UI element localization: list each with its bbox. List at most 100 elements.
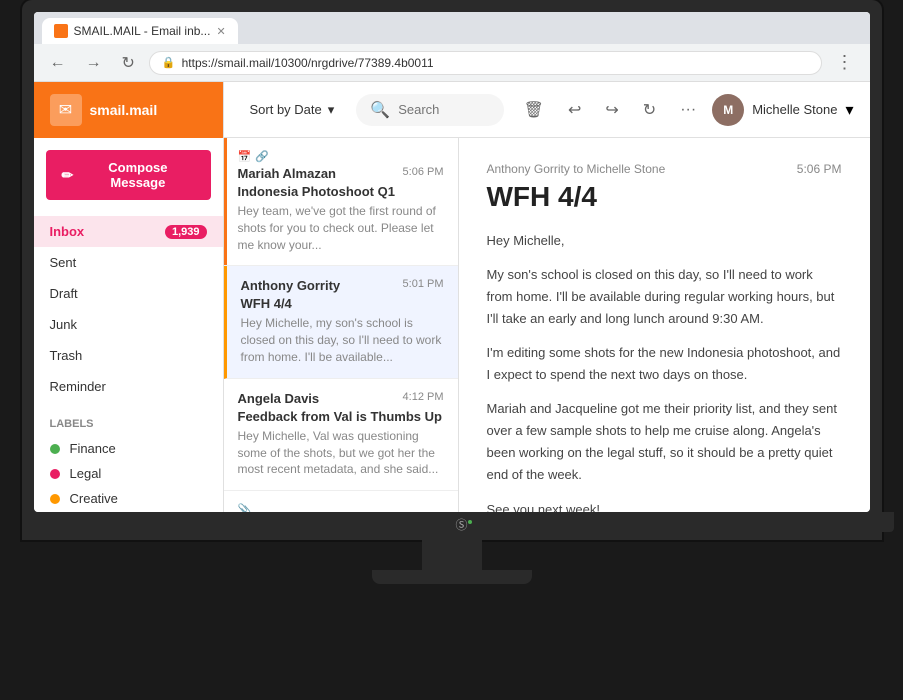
delete-button[interactable]: 🗑 xyxy=(516,94,552,126)
email-preview: Hey team, we've got the first round of s… xyxy=(238,203,444,253)
email-from: Anthony Gorrity to Michelle Stone xyxy=(487,162,666,176)
sidebar: ✉ smail.mail ✏ Compose Message Inbox 1,9… xyxy=(34,82,224,512)
sidebar-item-draft[interactable]: Draft xyxy=(34,278,223,309)
email-detail-body: Hey Michelle, My son's school is closed … xyxy=(487,230,842,512)
inbox-badge: 1,939 xyxy=(165,225,207,239)
unread-indicator xyxy=(224,138,227,265)
search-input[interactable] xyxy=(398,102,489,117)
sidebar-item-sent[interactable]: Sent xyxy=(34,247,223,278)
sent-label: Sent xyxy=(50,255,77,270)
email-subject: Indonesia Photoshoot Q1 xyxy=(238,184,444,199)
sidebar-item-trash[interactable]: Trash xyxy=(34,340,223,371)
email-item[interactable]: 📎 Yolanda Rivas 3:47 PM Energy Awareness… xyxy=(224,491,458,512)
email-sender: Mariah Almazan xyxy=(238,166,337,181)
email-sender: Anthony Gorrity xyxy=(241,278,341,293)
legal-label: Legal xyxy=(70,466,102,481)
reply-all-button[interactable]: ↪ xyxy=(597,94,626,126)
logo-icon: ✉ xyxy=(50,94,82,126)
reload-button[interactable]: ↻ xyxy=(116,51,141,75)
user-name[interactable]: Michelle Stone xyxy=(752,102,837,117)
secure-icon: 🔒 xyxy=(162,56,176,69)
avatar[interactable]: M xyxy=(712,94,744,126)
trash-label: Trash xyxy=(50,348,83,363)
junk-label: Junk xyxy=(50,317,77,332)
reply-button[interactable]: ↩ xyxy=(560,94,589,126)
creative-dot xyxy=(50,494,60,504)
browser-menu-button[interactable]: ⋮ xyxy=(830,50,860,75)
email-sender: Angela Davis xyxy=(238,391,320,406)
monitor-bottom-bezel: Ⓢ xyxy=(34,512,894,532)
tab-favicon xyxy=(54,24,68,38)
monitor-stand-base xyxy=(372,570,532,584)
label-legal[interactable]: Legal xyxy=(50,461,207,486)
label-creative[interactable]: Creative xyxy=(50,486,207,511)
email-subject: Feedback from Val is Thumbs Up xyxy=(238,409,444,424)
tab-title: SMAIL.MAIL - Email inb... xyxy=(74,24,211,38)
label-promotional[interactable]: Promotional xyxy=(50,511,207,512)
body-para-1: My son's school is closed on this day, s… xyxy=(487,264,842,330)
forward-button[interactable]: → xyxy=(80,52,108,74)
email-icons: 📅 🔗 xyxy=(238,150,444,163)
email-time: 5:01 PM xyxy=(403,278,444,290)
hp-logo: Ⓢ xyxy=(455,510,467,535)
finance-dot xyxy=(50,444,60,454)
email-item[interactable]: 📅 🔗 Mariah Almazan 5:06 PM Indonesia Pho… xyxy=(224,138,458,266)
toolbar-actions: 🗑 ↩ ↪ ↻ ··· M Michelle Stone ▾ xyxy=(516,94,854,126)
email-time: 5:06 PM xyxy=(403,166,444,178)
email-detail-header: Anthony Gorrity to Michelle Stone 5:06 P… xyxy=(487,162,842,176)
monitor-stand-neck xyxy=(422,540,482,570)
labels-title: Labels xyxy=(50,418,207,430)
email-preview: Hey Michelle, my son's school is closed … xyxy=(241,315,444,365)
email-detail: Anthony Gorrity to Michelle Stone 5:06 P… xyxy=(459,138,870,512)
tab-close-button[interactable]: ✕ xyxy=(216,25,225,38)
logo-text: smail.mail xyxy=(90,102,158,118)
search-icon: 🔍 xyxy=(370,100,390,120)
body-para-2: I'm editing some shots for the new Indon… xyxy=(487,342,842,386)
address-bar[interactable]: 🔒 https://smail.mail/10300/nrgdrive/7738… xyxy=(149,51,822,75)
forward-button[interactable]: ↻ xyxy=(635,94,664,126)
compose-button[interactable]: ✏ Compose Message xyxy=(46,150,211,200)
email-preview: Hey Michelle, Val was questioning some o… xyxy=(238,428,444,478)
power-led xyxy=(468,520,472,524)
email-header: Anthony Gorrity 5:01 PM xyxy=(241,278,444,293)
calendar-icon: 📅 xyxy=(238,150,252,163)
chevron-down-icon: ▾ xyxy=(328,102,335,118)
email-header: Angela Davis 4:12 PM xyxy=(238,391,444,406)
email-item[interactable]: Angela Davis 4:12 PM Feedback from Val i… xyxy=(224,379,458,491)
sidebar-item-reminder[interactable]: Reminder xyxy=(34,371,223,402)
email-icons: 📎 xyxy=(238,503,444,512)
search-box[interactable]: 🔍 xyxy=(356,94,503,126)
email-list: 📅 🔗 Mariah Almazan 5:06 PM Indonesia Pho… xyxy=(224,138,459,512)
body-para-0: Hey Michelle, xyxy=(487,230,842,252)
finance-label: Finance xyxy=(70,441,116,456)
sort-button[interactable]: Sort by Date ▾ xyxy=(240,96,345,124)
sidebar-item-junk[interactable]: Junk xyxy=(34,309,223,340)
nav-items: Inbox 1,939 Sent Draft Junk xyxy=(34,212,223,406)
draft-label: Draft xyxy=(50,286,78,301)
sort-label: Sort by Date xyxy=(250,102,322,117)
attachment-icon: 📎 xyxy=(238,503,252,512)
browser-tab[interactable]: SMAIL.MAIL - Email inb... ✕ xyxy=(42,18,238,44)
user-chevron-icon: ▾ xyxy=(845,100,853,120)
email-item[interactable]: Anthony Gorrity 5:01 PM WFH 4/4 Hey Mich… xyxy=(224,266,458,378)
back-button[interactable]: ← xyxy=(44,52,72,74)
avatar-initial: M xyxy=(723,103,733,117)
email-time: 4:12 PM xyxy=(403,391,444,403)
main-content: 📅 🔗 Mariah Almazan 5:06 PM Indonesia Pho… xyxy=(224,138,870,512)
reminder-label: Reminder xyxy=(50,379,106,394)
sidebar-logo: ✉ smail.mail xyxy=(34,82,223,138)
email-header: Mariah Almazan 5:06 PM xyxy=(238,166,444,181)
email-detail-subject: WFH 4/4 xyxy=(487,180,842,214)
email-subject: WFH 4/4 xyxy=(241,296,444,311)
app-toolbar: Sort by Date ▾ 🔍 🗑 ↩ ↪ ↻ ··· xyxy=(224,82,870,138)
more-button[interactable]: ··· xyxy=(672,95,704,125)
sidebar-item-inbox[interactable]: Inbox 1,939 xyxy=(34,216,223,247)
label-finance[interactable]: Finance xyxy=(50,436,207,461)
url-text: https://smail.mail/10300/nrgdrive/77389.… xyxy=(182,56,434,70)
body-para-3: Mariah and Jacqueline got me their prior… xyxy=(487,398,842,486)
creative-label: Creative xyxy=(70,491,118,506)
compose-label: Compose Message xyxy=(81,160,194,190)
link-icon: 🔗 xyxy=(255,150,269,163)
legal-dot xyxy=(50,469,60,479)
inbox-label: Inbox xyxy=(50,224,85,239)
